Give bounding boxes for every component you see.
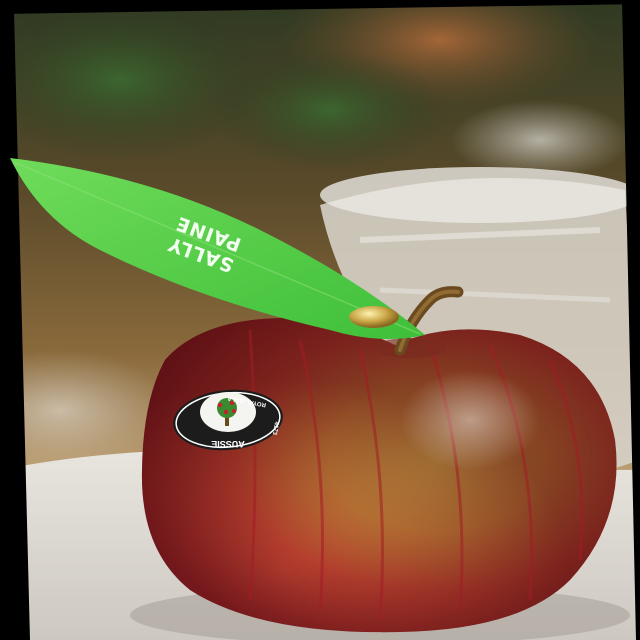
background-blur-green-2 xyxy=(210,50,450,170)
sticker-brand: AUSSIE xyxy=(211,439,245,449)
photo: SALLY PAINE AUSSIE ROYAL GALA 4173 xyxy=(0,0,640,640)
tag-pin xyxy=(349,306,399,328)
apple xyxy=(141,318,617,633)
